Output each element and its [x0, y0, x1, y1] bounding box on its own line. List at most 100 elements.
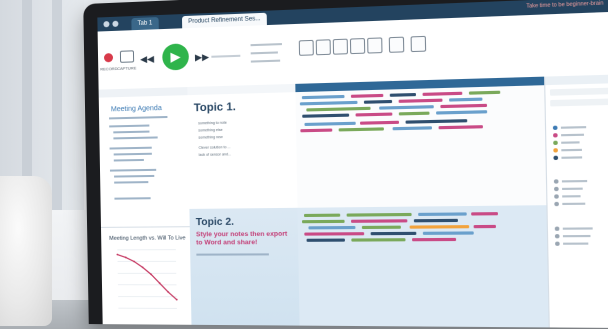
timeline-segment[interactable]: [422, 231, 474, 235]
timeline-segment[interactable]: [438, 125, 483, 130]
timeline-segment[interactable]: [359, 120, 400, 125]
timeline-segment[interactable]: [351, 238, 406, 242]
previous-icon[interactable]: ◀◀: [140, 54, 154, 66]
topic-1-bullet: lack of sensor and...: [198, 152, 232, 157]
sidebar-item-label[interactable]: [562, 195, 581, 198]
color-dot-icon: [554, 226, 560, 231]
sidebar-search-input[interactable]: [549, 87, 608, 96]
chart-series-line: [117, 254, 176, 299]
sidebar-item-label[interactable]: [561, 133, 585, 137]
timeline-segment[interactable]: [398, 111, 430, 116]
timeline-segment[interactable]: [412, 237, 457, 242]
timeline-segment[interactable]: [436, 110, 488, 115]
chart-point: [141, 266, 144, 269]
sidebar-item-label[interactable]: [560, 126, 587, 129]
record-icon[interactable]: [103, 53, 114, 63]
timeline-segment[interactable]: [361, 225, 401, 230]
timeline-segment[interactable]: [370, 231, 417, 236]
timeline-segment[interactable]: [422, 91, 463, 96]
timeline-segment[interactable]: [351, 219, 408, 223]
sidebar-item-label[interactable]: [562, 234, 591, 238]
camera-icon[interactable]: [119, 50, 135, 63]
timeline-segment[interactable]: [449, 97, 483, 102]
timeline-segment[interactable]: [299, 100, 358, 106]
timeline-segment[interactable]: [379, 105, 434, 110]
timeline-segment[interactable]: [303, 213, 341, 218]
window-control[interactable]: [103, 21, 110, 28]
ribbon-icon[interactable]: [367, 37, 383, 54]
ribbon-icon[interactable]: [315, 39, 331, 56]
sidebar-dropdown[interactable]: [550, 98, 608, 107]
sidebar-item-label[interactable]: [562, 202, 586, 206]
chart-point: [167, 291, 170, 293]
timeline-segment[interactable]: [306, 238, 345, 242]
sidebar-item-label[interactable]: [561, 156, 583, 159]
sidebar-item-label[interactable]: [561, 148, 582, 152]
agenda-pane: Meeting Agenda: [98, 87, 191, 228]
timeline-segment[interactable]: [302, 113, 350, 118]
ribbon-option[interactable]: [250, 43, 282, 47]
ribbon-option[interactable]: [250, 59, 281, 63]
agenda-line: [109, 146, 152, 150]
sidebar-item-label[interactable]: [562, 187, 583, 190]
timeline-segment[interactable]: [468, 90, 501, 95]
sidebar-item-label[interactable]: [562, 227, 593, 230]
color-dot-icon: [553, 179, 559, 184]
timeline-segment[interactable]: [346, 212, 412, 217]
playback-slider[interactable]: [211, 54, 241, 58]
ribbon-icon[interactable]: [349, 38, 366, 55]
timeline-segment[interactable]: [301, 219, 345, 224]
timeline-segment[interactable]: [300, 128, 333, 133]
window-control[interactable]: [112, 20, 119, 27]
color-dot-icon: [552, 125, 558, 131]
topic-1-bullet: something to note: [198, 120, 227, 126]
timeline-segment[interactable]: [440, 103, 488, 109]
timeline-segment[interactable]: [304, 121, 356, 127]
timeline-segment[interactable]: [392, 126, 432, 131]
agenda-title: Meeting Agenda: [110, 104, 162, 114]
photo-scene: Tab 1 Product Refinement Ses... Take tim…: [0, 0, 608, 329]
timeline-segment[interactable]: [355, 112, 393, 117]
agenda-line: [113, 136, 158, 140]
timeline-segment[interactable]: [409, 225, 470, 229]
timeline-segment[interactable]: [350, 93, 384, 98]
agenda-line: [114, 174, 155, 178]
topic-1-bullet: something new: [198, 135, 223, 140]
sidebar-item-label[interactable]: [561, 141, 580, 144]
ribbon-option[interactable]: [250, 51, 278, 55]
timeline-segment[interactable]: [363, 99, 393, 104]
chart-point: [150, 273, 153, 276]
sidebar-item-label[interactable]: [561, 179, 588, 183]
notes-pane-header: [187, 83, 296, 96]
timeline-segment[interactable]: [398, 98, 443, 103]
timeline-segment[interactable]: [338, 127, 384, 132]
sidebar-item-label[interactable]: [563, 242, 589, 245]
timeline-segment[interactable]: [405, 119, 468, 124]
timeline-segment[interactable]: [308, 225, 356, 230]
chart-point: [124, 256, 127, 259]
ribbon-icon[interactable]: [298, 39, 314, 56]
timeline-segment[interactable]: [473, 224, 496, 229]
coffee-mug: [0, 176, 52, 326]
timeline-segment[interactable]: [301, 94, 345, 100]
ribbon-icon[interactable]: [410, 35, 427, 53]
timeline-segment[interactable]: [304, 232, 365, 236]
timeline-segment[interactable]: [418, 212, 467, 217]
agenda-line: [109, 124, 150, 128]
chart-point: [133, 260, 136, 263]
timeline-segment[interactable]: [389, 92, 417, 97]
agenda-line: [109, 168, 157, 172]
play-icon[interactable]: ▶: [162, 43, 190, 71]
timeline-segment[interactable]: [306, 106, 371, 112]
ribbon-icon[interactable]: [332, 38, 349, 55]
chart-grid: [117, 250, 177, 309]
chart-point: [175, 298, 178, 301]
topic-2-title: Topic 2.: [195, 216, 235, 229]
chart-title: Meeting Length vs. Will To Live: [109, 235, 186, 242]
timeline-segment[interactable]: [471, 212, 499, 216]
next-icon[interactable]: ▶▶: [195, 52, 209, 64]
app-tab[interactable]: Tab 1: [131, 17, 159, 31]
timeline-segment[interactable]: [413, 218, 458, 223]
color-dot-icon: [553, 133, 558, 138]
ribbon-icon[interactable]: [388, 36, 405, 53]
